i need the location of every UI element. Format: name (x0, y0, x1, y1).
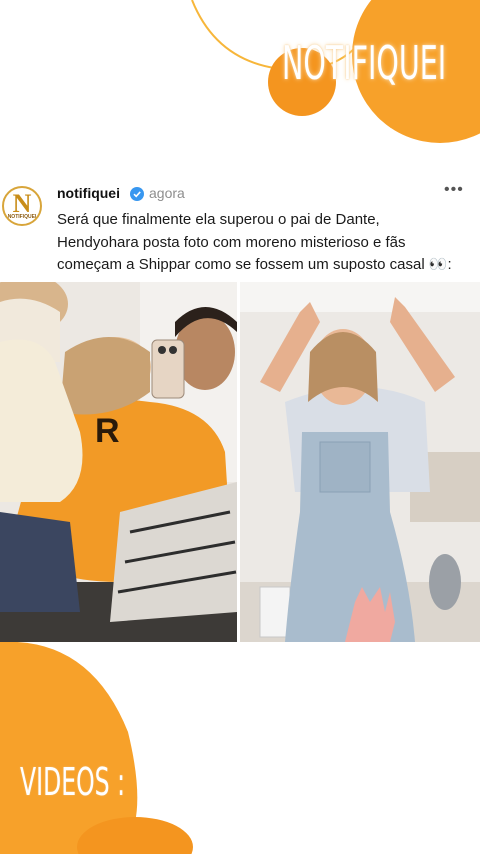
more-options-icon[interactable]: ••• (444, 181, 464, 199)
caption-line: começam a Shippar como se fossem um supo… (57, 256, 452, 273)
brand-logo-text: NOTIFIQUEI (282, 36, 447, 90)
avatar[interactable]: N NOTIFIQUEI (2, 186, 42, 226)
videos-label: VIDEOS : (20, 760, 126, 804)
bottom-decoration (0, 642, 193, 854)
shirt-print-text: R (95, 412, 120, 450)
photo-right[interactable] (240, 282, 480, 642)
caption-line: Hendyohara posta foto com moreno misteri… (57, 233, 406, 251)
post-caption: Será que finalmente ela superou o pai de… (57, 209, 477, 277)
post-time: agora (149, 185, 185, 201)
photo-left[interactable]: R (0, 282, 237, 642)
avatar-word: NOTIFIQUEI (7, 214, 37, 220)
photo-right-illustration (240, 282, 480, 642)
caption-line: Será que finalmente ela superou o pai de… (57, 211, 380, 228)
verified-icon (130, 187, 144, 201)
photo-left-illustration: R (0, 282, 237, 642)
username[interactable]: notifiquei (57, 185, 120, 201)
